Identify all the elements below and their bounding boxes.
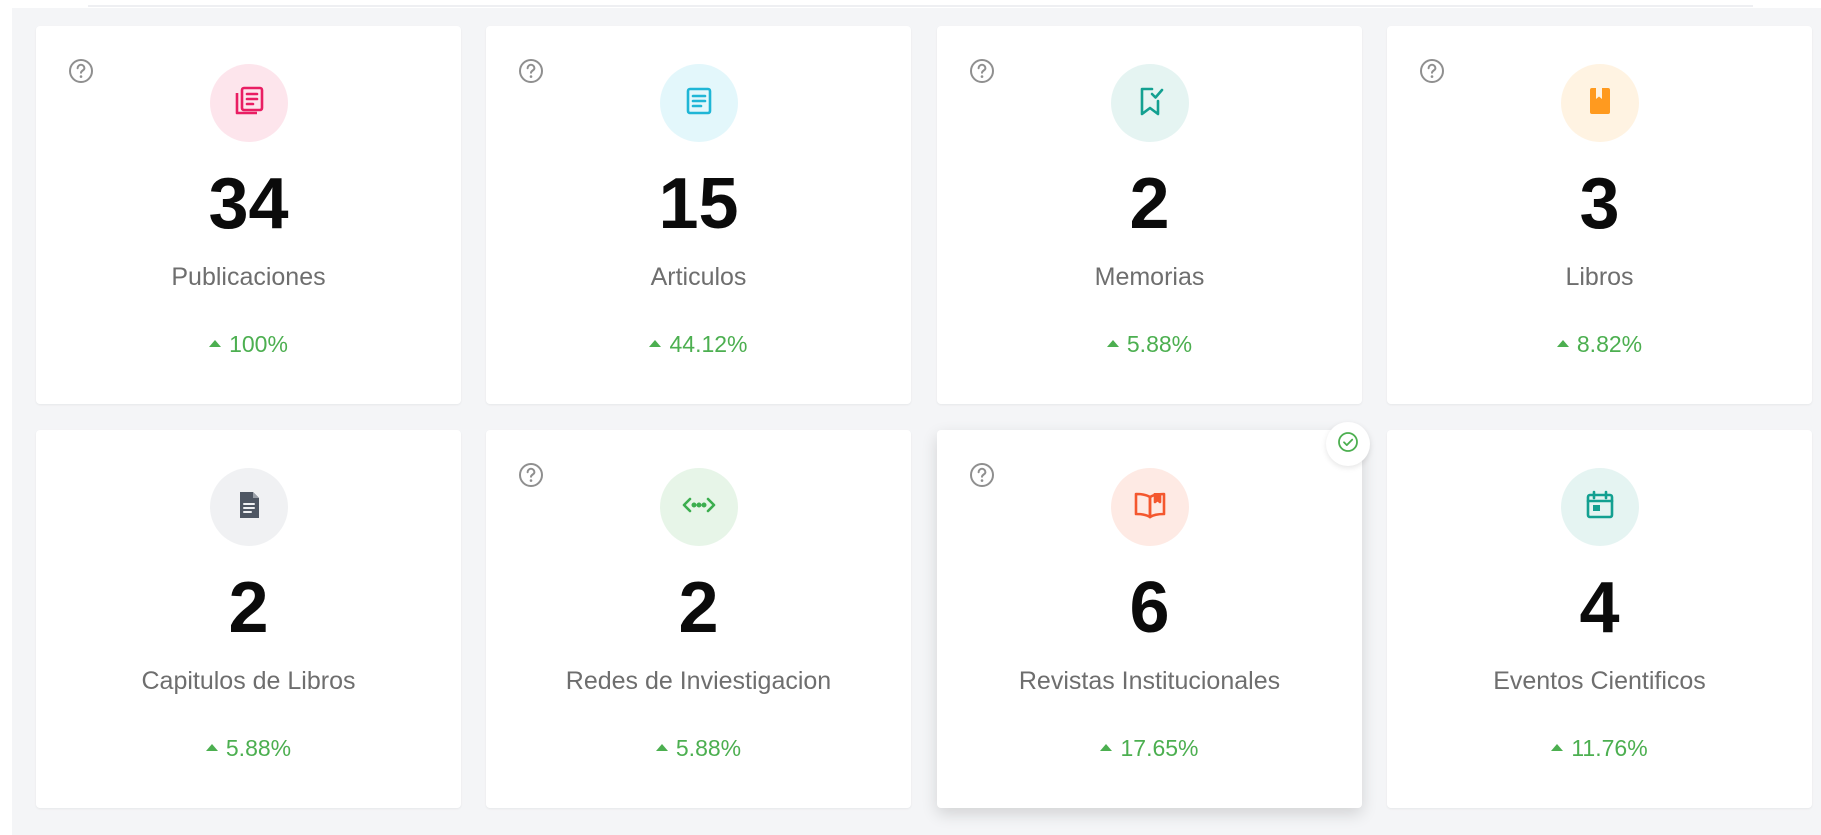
icon-circle [660, 64, 738, 142]
trend-up-icon [1556, 339, 1569, 347]
help-icon[interactable] [969, 462, 995, 488]
trend-up-icon [649, 339, 662, 347]
delta-value: 11.76% [1571, 735, 1648, 761]
stat-label: Capitulos de Libros [141, 667, 356, 695]
delta-value: 8.82% [1576, 331, 1643, 357]
delta-value: 5.88% [225, 735, 292, 761]
help-icon[interactable] [68, 58, 94, 84]
help-icon[interactable] [969, 58, 995, 84]
icon-circle [1561, 64, 1639, 142]
stat-delta: 17.65% [937, 735, 1362, 761]
stat-card-revistas-institucionales[interactable]: 6 Revistas Institucionales 17.65% [937, 430, 1362, 808]
icon-circle [1561, 468, 1639, 546]
book-icon [1582, 83, 1618, 124]
icon-circle [210, 468, 288, 546]
stat-label: Eventos Cientificos [1493, 667, 1706, 695]
stat-label: Libros [1565, 263, 1634, 291]
help-icon[interactable] [518, 462, 544, 488]
icon-circle [1111, 468, 1189, 546]
stat-label: Memorias [1094, 263, 1205, 291]
help-icon[interactable] [518, 58, 544, 84]
stat-card-memorias[interactable]: 2 Memorias 5.88% [937, 26, 1362, 404]
stat-delta: 8.82% [1387, 331, 1812, 357]
stat-value: 2 [228, 568, 269, 648]
stat-value: 2 [678, 568, 719, 648]
stat-delta: 5.88% [486, 735, 911, 761]
stat-delta: 100% [36, 331, 461, 357]
stat-delta: 5.88% [937, 331, 1362, 357]
delta-value: 5.88% [1126, 331, 1193, 357]
delta-value: 5.88% [675, 735, 742, 761]
delta-value: 44.12% [669, 331, 748, 357]
check-circle-icon [1336, 430, 1360, 459]
delta-value: 17.65% [1120, 735, 1199, 761]
stat-card-capitulos-de-libros[interactable]: 2 Capitulos de Libros 5.88% [36, 430, 461, 808]
icon-circle [660, 468, 738, 546]
stat-card-eventos-cientificos[interactable]: 4 Eventos Cientificos 11.76% [1387, 430, 1812, 808]
stat-value: 15 [658, 164, 739, 244]
header-divider [88, 0, 1753, 7]
publications-icon [231, 83, 267, 124]
stat-card-publicaciones[interactable]: 34 Publicaciones 100% [36, 26, 461, 404]
stat-card-libros[interactable]: 3 Libros 8.82% [1387, 26, 1812, 404]
stat-value: 4 [1579, 568, 1620, 648]
open-book-icon [1130, 487, 1170, 528]
bookmark-check-icon [1132, 83, 1168, 124]
stat-card-articulos[interactable]: 15 Articulos 44.12% [486, 26, 911, 404]
stat-delta: 44.12% [486, 331, 911, 357]
stat-label: Publicaciones [171, 263, 326, 291]
stat-label: Articulos [650, 263, 747, 291]
icon-circle [210, 64, 288, 142]
stat-delta: 5.88% [36, 735, 461, 761]
article-icon [681, 83, 717, 124]
stat-delta: 11.76% [1387, 735, 1812, 761]
trend-up-icon [1100, 743, 1113, 751]
stat-label: Redes de Inviestigacion [565, 667, 832, 695]
trend-up-icon [655, 743, 668, 751]
stat-card-redes-de-inviestigacion[interactable]: 2 Redes de Inviestigacion 5.88% [486, 430, 911, 808]
trend-up-icon [209, 339, 222, 347]
stat-value: 34 [208, 164, 289, 244]
network-icon [679, 487, 719, 528]
calendar-icon [1582, 487, 1618, 528]
trend-up-icon [1551, 743, 1564, 751]
selected-check-badge[interactable] [1326, 422, 1370, 466]
document-icon [231, 487, 267, 528]
trend-up-icon [1106, 339, 1119, 347]
stat-label: Revistas Institucionales [1018, 667, 1281, 695]
delta-value: 100% [229, 331, 288, 357]
stat-value: 6 [1129, 568, 1170, 648]
stat-value: 3 [1579, 164, 1620, 244]
icon-circle [1111, 64, 1189, 142]
stat-value: 2 [1129, 164, 1170, 244]
trend-up-icon [205, 743, 218, 751]
help-icon[interactable] [1419, 58, 1445, 84]
